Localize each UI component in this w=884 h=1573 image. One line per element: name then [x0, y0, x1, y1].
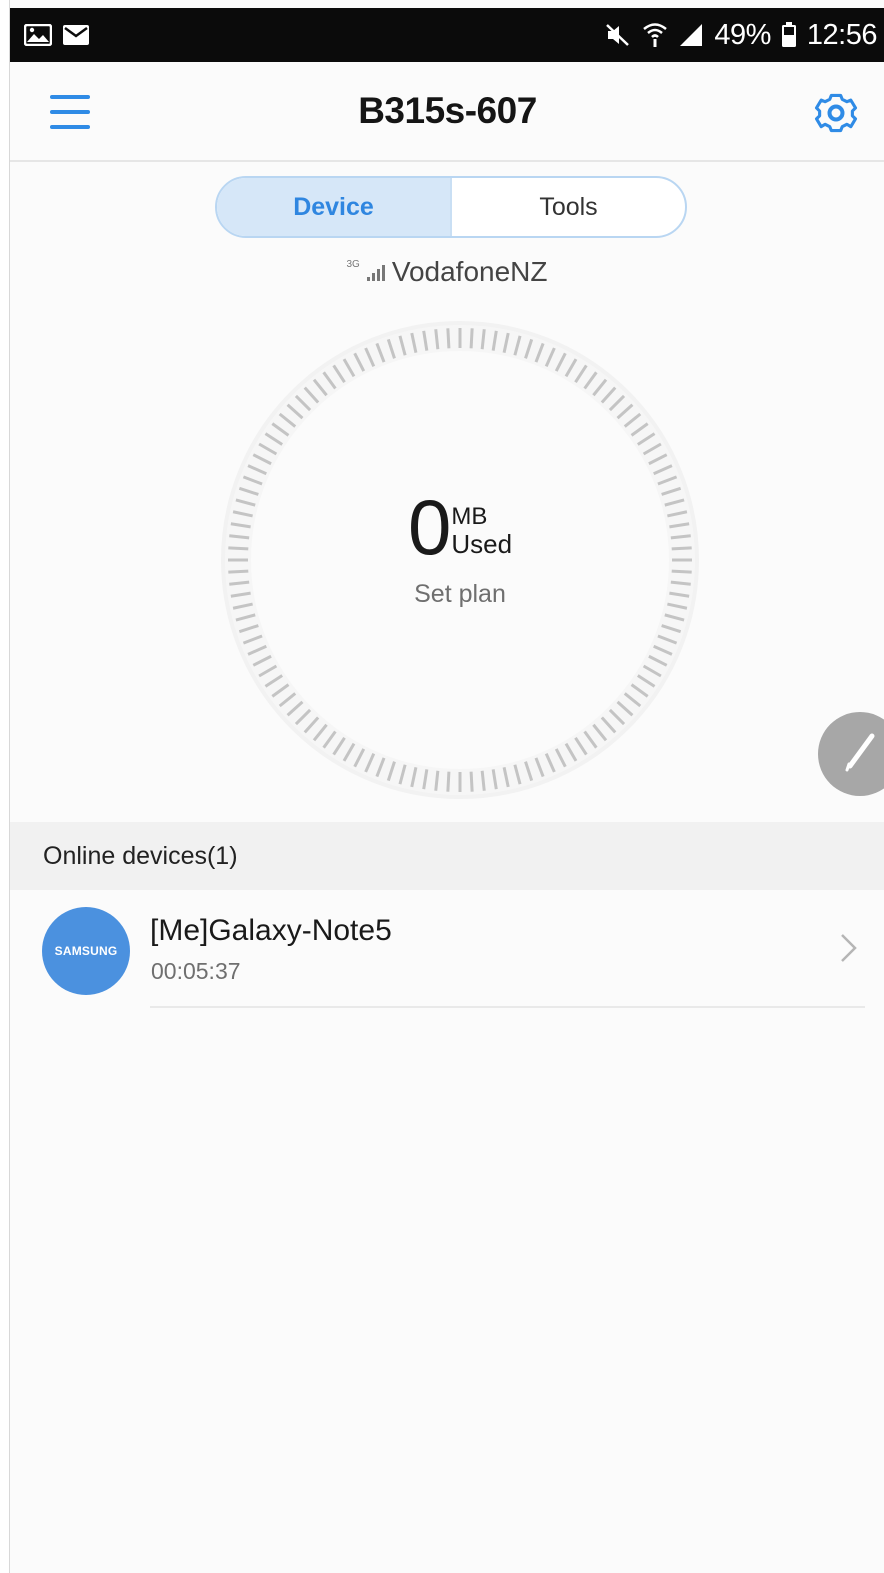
device-brand-label: SAMSUNG — [54, 944, 118, 958]
avatar: SAMSUNG — [42, 907, 130, 995]
network-info: 3G VodafoneNZ — [10, 256, 884, 288]
device-tools-tabs: Device Tools — [215, 176, 687, 238]
tab-device[interactable]: Device — [217, 178, 450, 236]
gear-icon[interactable] — [811, 88, 861, 138]
online-devices-header: Online devices(1) — [10, 822, 884, 890]
chevron-right-icon[interactable] — [839, 932, 859, 964]
app-bar: B315s-607 — [10, 62, 884, 162]
online-devices-title: Online devices(1) — [43, 841, 238, 870]
set-plan-link[interactable]: Set plan — [414, 580, 506, 609]
status-left-group — [24, 24, 90, 46]
email-icon — [62, 24, 90, 46]
signal-bars-icon — [366, 262, 386, 282]
edit-button[interactable] — [818, 712, 884, 796]
usage-unit: MB — [451, 502, 488, 530]
mute-icon — [604, 22, 632, 48]
network-tech-label: 3G — [346, 258, 360, 270]
battery-percent: 49% — [714, 18, 771, 51]
data-usage-gauge: 0 MB Used Set plan — [218, 318, 702, 802]
pencil-icon — [840, 730, 880, 779]
app-viewport: 49% 12:56 B315s-607 Device Tools 3G Voda… — [9, 0, 884, 1573]
usage-readout: 0 MB Used — [407, 482, 513, 571]
gallery-icon — [24, 24, 52, 46]
network-name: VodafoneNZ — [391, 256, 548, 287]
battery-icon — [781, 22, 797, 48]
wifi-icon — [642, 22, 668, 48]
device-duration: 00:05:37 — [151, 958, 241, 984]
status-right-group: 49% 12:56 — [604, 18, 878, 52]
signal-icon — [678, 23, 704, 47]
status-bar: 49% 12:56 — [10, 8, 884, 62]
gauge-center: 0 MB Used Set plan — [218, 318, 702, 802]
usage-units: MB Used — [451, 502, 513, 559]
divider — [150, 1006, 865, 1008]
status-time: 12:56 — [806, 18, 878, 51]
page-title: B315s-607 — [358, 90, 537, 131]
list-item[interactable]: SAMSUNG [Me]Galaxy-Note5 00:05:37 — [10, 892, 884, 1010]
app-screen: 49% 12:56 B315s-607 Device Tools 3G Voda… — [0, 0, 884, 1573]
usage-label: Used — [451, 528, 513, 559]
usage-value: 0 — [407, 482, 451, 571]
screen-edge — [0, 0, 9, 1573]
tab-tools[interactable]: Tools — [450, 178, 685, 236]
device-name: [Me]Galaxy-Note5 — [150, 914, 392, 947]
